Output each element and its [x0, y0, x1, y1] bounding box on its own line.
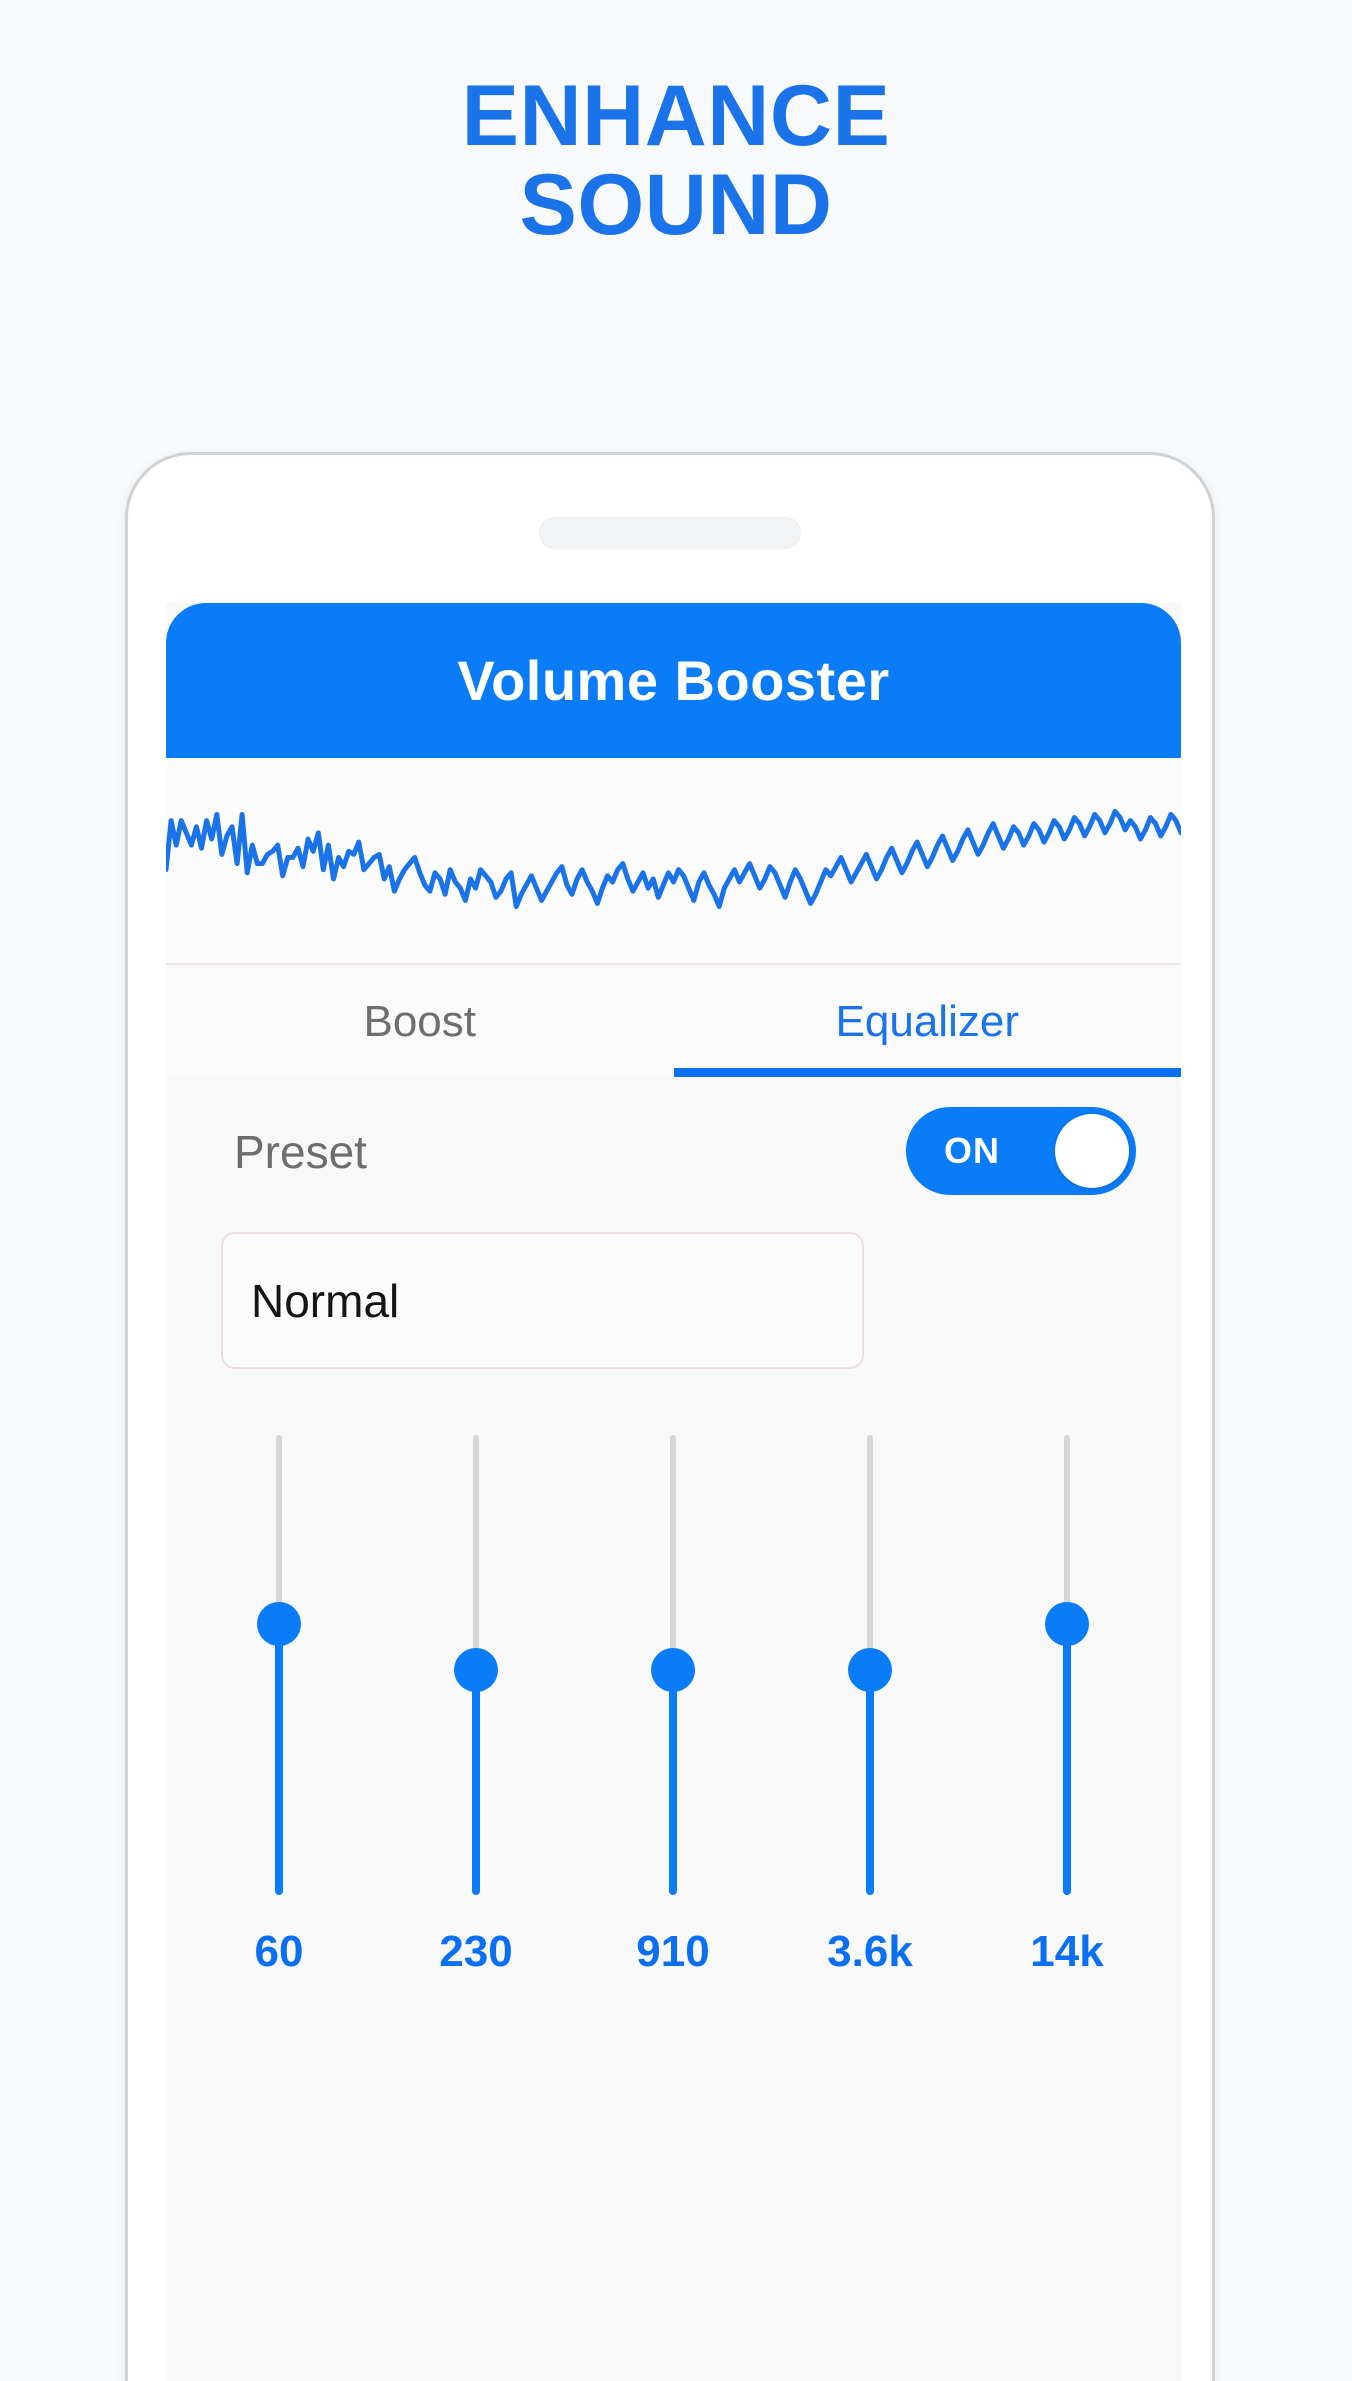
eq-knob[interactable] — [1045, 1601, 1089, 1646]
toggle-state-label: ON — [944, 1130, 1000, 1171]
eq-fill — [275, 1623, 283, 1895]
tab-equalizer-label: Equalizer — [835, 997, 1019, 1046]
equalizer-sliders: 60 230 910 3.6k 14k — [166, 1427, 1181, 1987]
eq-fill — [669, 1669, 677, 1895]
eq-knob[interactable] — [454, 1647, 498, 1692]
preset-dropdown[interactable]: Normal — [221, 1232, 864, 1369]
eq-band-3.6k[interactable]: 3.6k — [820, 1427, 920, 1987]
preset-selected-value: Normal — [251, 1274, 400, 1327]
waveform-panel — [166, 758, 1181, 965]
eq-band-230[interactable]: 230 — [426, 1427, 526, 1987]
eq-band-label: 14k — [1030, 1927, 1104, 1976]
app-bar: Volume Booster — [166, 603, 1181, 758]
eq-fill — [866, 1669, 874, 1895]
tab-bar: Boost Equalizer — [166, 967, 1181, 1077]
eq-band-60[interactable]: 60 — [229, 1427, 329, 1987]
waveform-svg — [166, 808, 1181, 910]
equalizer-power-toggle[interactable]: ON — [906, 1107, 1136, 1195]
eq-band-14k[interactable]: 14k — [1017, 1427, 1117, 1987]
tab-equalizer[interactable]: Equalizer — [673, 967, 1182, 1077]
page-title: ENHANCE SOUND — [0, 72, 1352, 249]
headline-line-2: SOUND — [519, 156, 833, 253]
toggle-knob — [1055, 1114, 1129, 1188]
tab-boost-label: Boost — [363, 997, 476, 1046]
eq-knob[interactable] — [848, 1647, 892, 1692]
app-title: Volume Booster — [457, 649, 890, 712]
eq-band-label: 230 — [439, 1927, 513, 1976]
preset-row: Preset ON — [166, 1077, 1181, 1227]
eq-band-label: 60 — [254, 1927, 304, 1976]
eq-fill — [472, 1669, 480, 1895]
promo-screenshot: ENHANCE SOUND Volume Booster Boost Equal… — [0, 0, 1352, 2381]
phone-device-frame: Volume Booster Boost Equalizer Preset ON… — [125, 452, 1215, 2381]
eq-band-910[interactable]: 910 — [623, 1427, 723, 1987]
app-screen: Volume Booster Boost Equalizer Preset ON… — [166, 603, 1181, 2381]
headline-line-1: ENHANCE — [461, 68, 891, 164]
eq-knob[interactable] — [257, 1601, 301, 1646]
preset-label: Preset — [234, 1126, 367, 1178]
eq-band-label: 3.6k — [827, 1927, 913, 1976]
eq-fill — [1063, 1623, 1071, 1895]
eq-band-label: 910 — [636, 1927, 710, 1976]
eq-knob[interactable] — [651, 1647, 695, 1692]
tab-boost[interactable]: Boost — [166, 967, 674, 1077]
equalizer-panel: Preset ON Normal 60 230 910 3.6k 14k — [166, 1077, 1181, 2381]
earpiece-speaker — [539, 517, 801, 549]
